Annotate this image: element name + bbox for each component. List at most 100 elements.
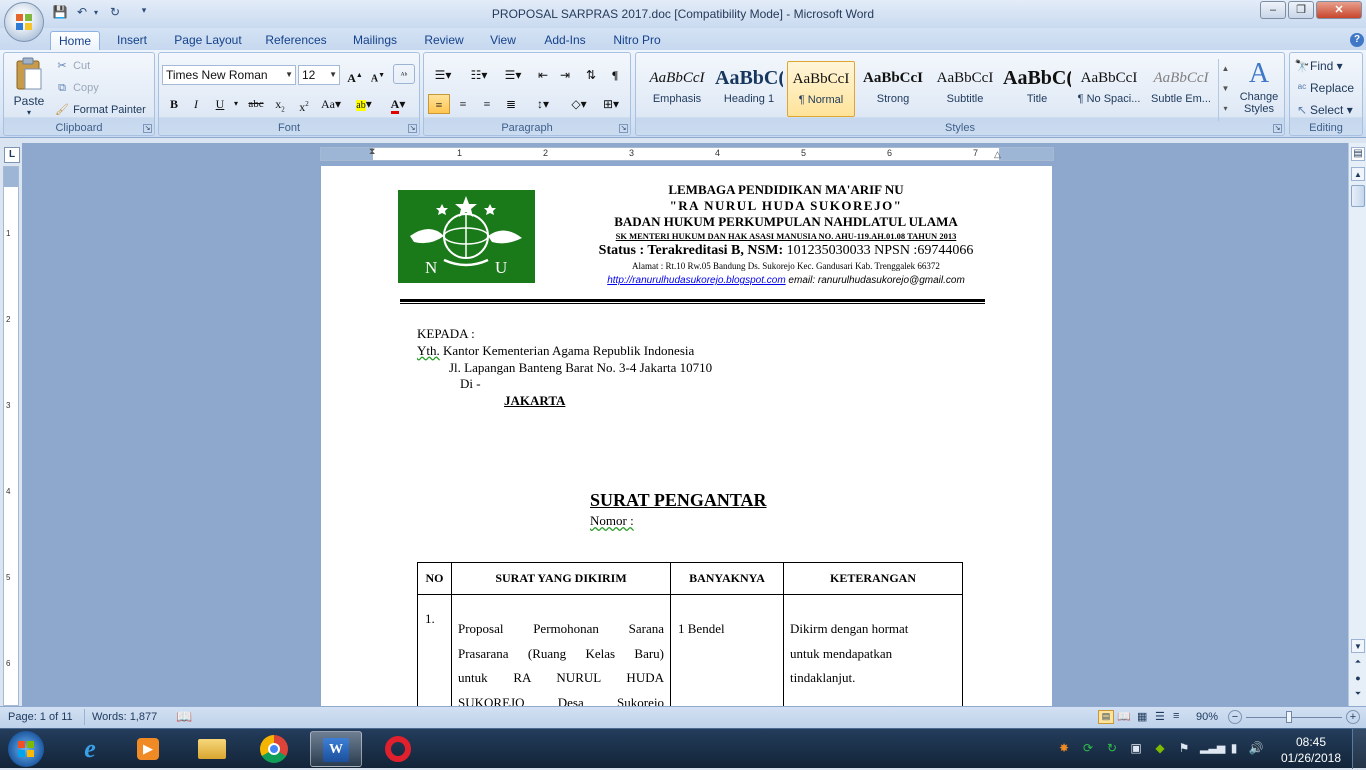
page-count[interactable]: Page: 1 of 11 bbox=[8, 711, 73, 723]
clipboard-launcher-icon[interactable]: ↘ bbox=[143, 124, 152, 133]
taskbar-media-player[interactable]: ▶ bbox=[122, 731, 174, 767]
style-subtle-emphasis[interactable]: AaBbCcI Subtle Em... bbox=[1147, 61, 1215, 117]
subscript-button[interactable]: x2 bbox=[269, 94, 291, 114]
volume-icon[interactable]: 🔊 bbox=[1248, 741, 1264, 757]
tray-sync-icon[interactable]: ⟳ bbox=[1080, 741, 1096, 757]
scroll-thumb[interactable] bbox=[1351, 185, 1365, 207]
zoom-level[interactable]: 90% bbox=[1196, 711, 1218, 723]
outline-icon[interactable]: ☰ bbox=[1155, 710, 1165, 723]
style-heading-1[interactable]: AaBbC(Heading 1 bbox=[715, 61, 783, 117]
tray-update-icon[interactable]: ↻ bbox=[1104, 741, 1120, 757]
clear-formatting-button[interactable]: ᴬᵇ bbox=[393, 64, 415, 84]
show-formatting-button[interactable]: ¶ bbox=[604, 65, 626, 85]
font-launcher-icon[interactable]: ↘ bbox=[408, 124, 417, 133]
replace-button[interactable]: ᵃᶜ Replace bbox=[1294, 80, 1354, 98]
minimize-button[interactable]: – bbox=[1260, 1, 1286, 19]
document-page[interactable]: N U LEMBAGA PENDIDIKAN MA'ARIF NU "RA NU… bbox=[321, 166, 1052, 706]
view-ruler-icon[interactable]: ▤ bbox=[1351, 147, 1365, 161]
chevron-up-icon[interactable]: ▲ bbox=[1219, 59, 1232, 79]
decrease-indent-button[interactable]: ⇤ bbox=[532, 65, 554, 85]
align-right-button[interactable]: ≡ bbox=[476, 94, 498, 114]
restore-button[interactable]: ❐ bbox=[1288, 1, 1314, 19]
zoom-out-icon[interactable]: − bbox=[1228, 710, 1242, 724]
tab-review[interactable]: Review bbox=[420, 31, 468, 50]
font-size-combo[interactable]: 12 ▼ bbox=[298, 65, 340, 85]
superscript-button[interactable]: x2 bbox=[293, 94, 315, 114]
office-button[interactable] bbox=[4, 2, 44, 42]
shrink-font-button[interactable]: A▼ bbox=[367, 65, 389, 85]
find-button[interactable]: 🔭Find ▾ bbox=[1294, 58, 1343, 76]
chevron-down-icon[interactable]: ▼ bbox=[1219, 79, 1232, 99]
style-title[interactable]: AaBbC(Title bbox=[1003, 61, 1071, 117]
taskbar-chrome[interactable] bbox=[248, 731, 300, 767]
align-left-button[interactable]: ≡ bbox=[428, 94, 450, 114]
style-no-spacing[interactable]: AaBbCcI ¶ No Spaci... bbox=[1075, 61, 1143, 117]
align-center-button[interactable]: ≡ bbox=[452, 94, 474, 114]
change-styles-button[interactable]: A Change Styles bbox=[1236, 57, 1282, 121]
copy-button[interactable]: ⧉ Copy bbox=[54, 80, 99, 98]
styles-launcher-icon[interactable]: ↘ bbox=[1273, 124, 1282, 133]
next-page-icon[interactable]: ⏷ bbox=[1351, 687, 1365, 701]
help-icon[interactable]: ? bbox=[1350, 33, 1364, 47]
tab-add-ins[interactable]: Add-Ins bbox=[538, 31, 592, 50]
cut-button[interactable]: ✂ Cut bbox=[54, 58, 90, 76]
select-button[interactable]: ↖ Select ▾ bbox=[1294, 102, 1353, 120]
tab-page-layout[interactable]: Page Layout bbox=[170, 31, 246, 50]
grow-font-button[interactable]: A▲ bbox=[344, 65, 366, 85]
change-case-button[interactable]: Aa▾ bbox=[317, 94, 345, 114]
indent-marker-icon[interactable]: ⧗ bbox=[369, 146, 375, 157]
tray-monitor-icon[interactable]: ▣ bbox=[1128, 741, 1144, 757]
tray-network-app-icon[interactable]: ◆ bbox=[1152, 741, 1168, 757]
borders-button[interactable]: ⊞▾ bbox=[596, 94, 626, 114]
tab-view[interactable]: View bbox=[484, 31, 522, 50]
taskbar-explorer[interactable] bbox=[186, 731, 238, 767]
paste-button[interactable]: Paste ▾ bbox=[8, 57, 50, 119]
full-screen-reading-icon[interactable]: 📖 bbox=[1117, 710, 1131, 723]
line-spacing-button[interactable]: ↕▾ bbox=[528, 94, 558, 114]
tray-app-icon[interactable]: ✸ bbox=[1056, 741, 1072, 757]
styles-scroll[interactable]: ▲ ▼ ▾ bbox=[1218, 59, 1232, 121]
numbering-button[interactable]: ☷▾ bbox=[464, 65, 494, 85]
zoom-slider[interactable] bbox=[1246, 717, 1342, 718]
style-normal[interactable]: AaBbCcI ¶ Normal bbox=[787, 61, 855, 117]
multilevel-list-button[interactable]: ☰▾ bbox=[498, 65, 528, 85]
right-indent-marker-icon[interactable]: △ bbox=[994, 149, 1001, 160]
taskbar-opera[interactable] bbox=[372, 731, 424, 767]
scroll-down-icon[interactable]: ▼ bbox=[1351, 639, 1365, 653]
show-desktop-button[interactable] bbox=[1352, 729, 1366, 769]
tab-references[interactable]: References bbox=[262, 31, 330, 50]
close-button[interactable]: ✕ bbox=[1316, 1, 1362, 19]
draft-icon[interactable]: ≡ bbox=[1173, 710, 1179, 722]
blog-link[interactable]: http://ranurulhudasukorejo.blogspot.com bbox=[607, 275, 785, 286]
bullets-button[interactable]: ☰▾ bbox=[428, 65, 458, 85]
proofing-icon[interactable]: 📖 bbox=[176, 709, 192, 725]
start-button[interactable] bbox=[8, 731, 44, 767]
tab-mailings[interactable]: Mailings bbox=[346, 31, 404, 50]
signal-icon[interactable]: ▂▃▅ bbox=[1200, 741, 1225, 757]
word-count[interactable]: Words: 1,877 bbox=[92, 711, 157, 723]
action-center-icon[interactable]: ⚑ bbox=[1176, 741, 1192, 757]
zoom-in-icon[interactable]: + bbox=[1346, 710, 1360, 724]
style-strong[interactable]: AaBbCcI Strong bbox=[859, 61, 927, 117]
previous-page-icon[interactable]: ⏶ bbox=[1351, 655, 1365, 669]
font-family-combo[interactable]: Times New Roman ▼ bbox=[162, 65, 296, 85]
print-layout-icon[interactable]: ▤ bbox=[1098, 710, 1114, 724]
taskbar-word[interactable]: W bbox=[310, 731, 362, 767]
highlight-button[interactable]: ab▾ bbox=[349, 94, 379, 114]
strikethrough-button[interactable]: abc bbox=[245, 94, 267, 114]
style-emphasis[interactable]: AaBbCcI Emphasis bbox=[643, 61, 711, 117]
system-clock[interactable]: 08:45 01/26/2018 bbox=[1278, 734, 1344, 766]
zoom-slider-thumb[interactable] bbox=[1286, 711, 1292, 723]
vertical-scrollbar[interactable]: ▤ ▲ ▼ ⏶ ● ⏷ bbox=[1348, 143, 1366, 706]
style-subtitle[interactable]: AaBbCcI Subtitle bbox=[931, 61, 999, 117]
scroll-up-icon[interactable]: ▲ bbox=[1351, 167, 1365, 181]
paragraph-launcher-icon[interactable]: ↘ bbox=[619, 124, 628, 133]
underline-dropdown-icon[interactable]: ▾ bbox=[225, 94, 247, 114]
format-painter-button[interactable]: 🖌 Format Painter bbox=[54, 102, 146, 120]
battery-icon[interactable]: ▮ bbox=[1226, 741, 1242, 757]
tab-selector-button[interactable]: L bbox=[4, 147, 20, 163]
font-color-button[interactable]: A▾ bbox=[383, 94, 413, 114]
shading-button[interactable]: ◇▾ bbox=[564, 94, 594, 114]
tab-home[interactable]: Home bbox=[50, 31, 100, 50]
justify-button[interactable]: ≣ bbox=[500, 94, 522, 114]
